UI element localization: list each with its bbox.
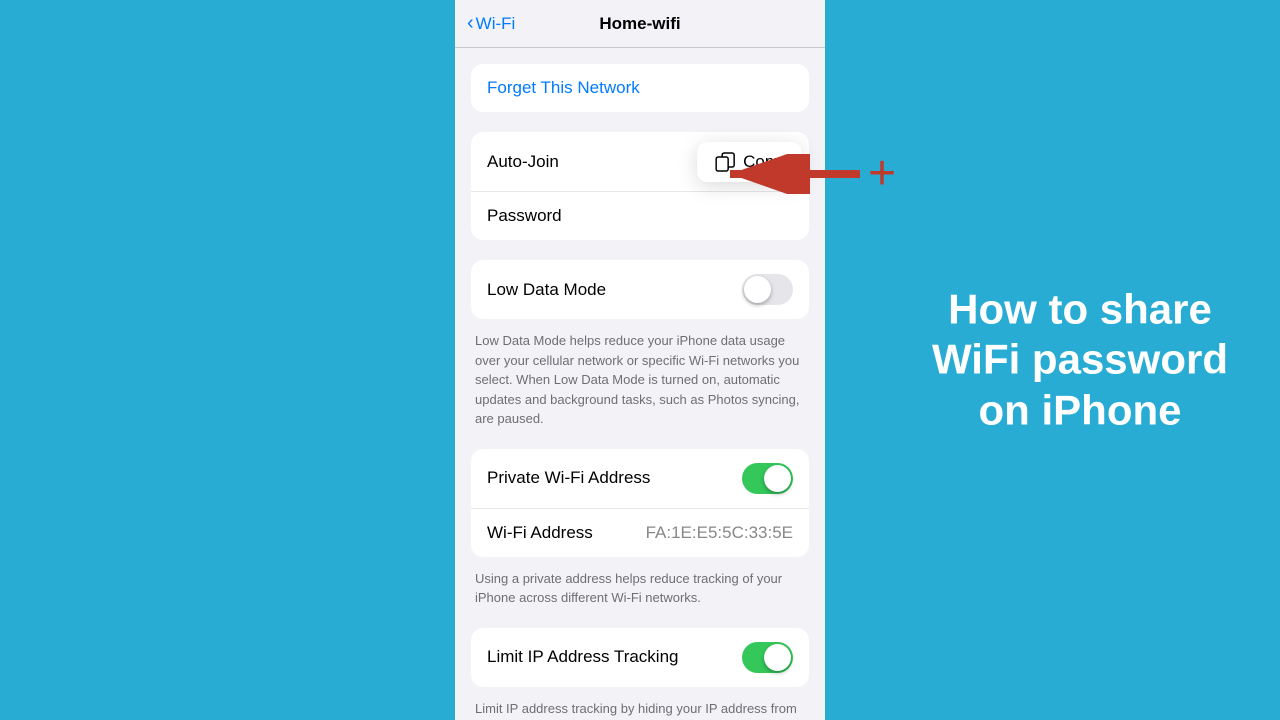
- forget-network-label: Forget This Network: [487, 78, 640, 98]
- back-chevron-icon: ‹: [467, 12, 474, 35]
- side-title-text: How to share WiFi password on iPhone: [932, 285, 1228, 433]
- limit-description: Limit IP address tracking by hiding your…: [471, 695, 809, 720]
- wifi-address-label: Wi-Fi Address: [487, 523, 593, 543]
- back-label: Wi-Fi: [476, 14, 516, 34]
- low-data-toggle-knob: [744, 276, 771, 303]
- limit-ip-row: Limit IP Address Tracking: [471, 628, 809, 687]
- limit-ip-label: Limit IP Address Tracking: [487, 647, 679, 667]
- limit-ip-toggle[interactable]: [742, 642, 793, 673]
- low-data-row: Low Data Mode: [471, 260, 809, 319]
- private-wifi-toggle-knob: [764, 465, 791, 492]
- low-data-description: Low Data Mode helps reduce your iPhone d…: [471, 327, 809, 429]
- red-arrow-icon: [710, 154, 870, 194]
- low-data-description-text: Low Data Mode helps reduce your iPhone d…: [475, 331, 805, 429]
- limit-ip-card: Limit IP Address Tracking: [471, 628, 809, 687]
- content-area: Forget This Network Auto-Join Copy: [455, 48, 825, 720]
- low-data-label: Low Data Mode: [487, 280, 606, 300]
- wifi-address-value: FA:1E:E5:5C:33:5E: [646, 523, 793, 543]
- auto-join-label: Auto-Join: [487, 152, 559, 172]
- arrow-annotation: +: [710, 150, 896, 198]
- side-title: How to share WiFi password on iPhone: [910, 284, 1250, 435]
- plus-icon: +: [868, 150, 896, 198]
- forget-network-row[interactable]: Forget This Network: [471, 64, 809, 112]
- private-wifi-row: Private Wi-Fi Address: [471, 449, 809, 509]
- password-label: Password: [487, 206, 562, 226]
- phone-screen: ‹ Wi-Fi Home-wifi Forget This Network Au…: [455, 0, 825, 720]
- limit-ip-toggle-knob: [764, 644, 791, 671]
- password-row[interactable]: Password: [471, 192, 809, 240]
- nav-title: Home-wifi: [599, 14, 680, 34]
- private-description-text: Using a private address helps reduce tra…: [475, 569, 805, 608]
- back-button[interactable]: ‹ Wi-Fi: [467, 12, 515, 35]
- low-data-toggle[interactable]: [742, 274, 793, 305]
- private-wifi-toggle[interactable]: [742, 463, 793, 494]
- low-data-card: Low Data Mode: [471, 260, 809, 319]
- wifi-address-row: Wi-Fi Address FA:1E:E5:5C:33:5E: [471, 509, 809, 557]
- limit-description-text: Limit IP address tracking by hiding your…: [475, 699, 805, 720]
- forget-network-card: Forget This Network: [471, 64, 809, 112]
- private-wifi-card: Private Wi-Fi Address Wi-Fi Address FA:1…: [471, 449, 809, 557]
- nav-bar: ‹ Wi-Fi Home-wifi: [455, 0, 825, 48]
- private-description: Using a private address helps reduce tra…: [471, 565, 809, 608]
- private-wifi-label: Private Wi-Fi Address: [487, 468, 650, 488]
